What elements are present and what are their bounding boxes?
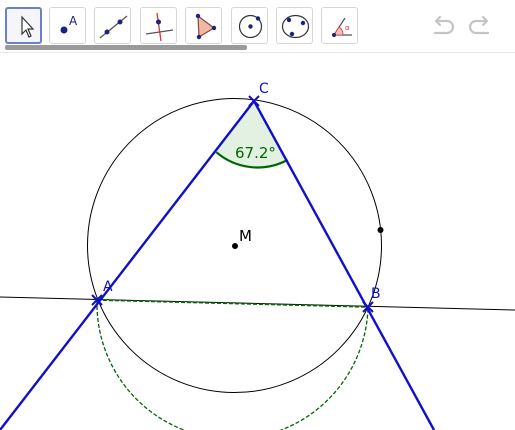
angle-value-label: 67.2° xyxy=(235,144,276,162)
toolbar-scrollbar[interactable] xyxy=(5,45,247,50)
arc-a-b[interactable] xyxy=(96,299,369,430)
angle-tool-letter: α xyxy=(345,24,350,32)
angle-icon: α xyxy=(332,17,352,37)
redo-button[interactable] xyxy=(465,12,495,42)
circle-through-points-tool-button[interactable] xyxy=(276,7,313,44)
label-a: A xyxy=(103,279,113,295)
line-c-a[interactable] xyxy=(0,100,255,430)
point-icon: A xyxy=(60,14,78,34)
line-tool-button[interactable] xyxy=(94,7,131,44)
point-on-circle[interactable] xyxy=(377,227,384,233)
perpendicular-line-tool-button[interactable] xyxy=(140,7,177,44)
label-m: M xyxy=(239,227,252,245)
graphics-view[interactable]: A B C M 67.2° xyxy=(0,53,515,430)
label-c: C xyxy=(259,81,269,97)
line-through-a-b[interactable] xyxy=(0,296,515,311)
line-c-b[interactable] xyxy=(252,100,436,430)
point-m-marker[interactable] xyxy=(232,243,238,249)
undo-button[interactable] xyxy=(428,12,458,42)
perpendicular-line-icon xyxy=(145,12,174,42)
label-b: B xyxy=(371,286,381,302)
circle-three-points-icon xyxy=(281,14,310,39)
move-tool-button[interactable] xyxy=(5,7,42,44)
angle-tool-button[interactable]: α xyxy=(321,7,358,44)
polygon-icon xyxy=(195,13,217,40)
circle-center-icon xyxy=(238,14,263,39)
cursor-arrow-icon xyxy=(21,15,35,38)
circle-center-point-tool-button[interactable] xyxy=(231,7,268,44)
point-tool-letter: A xyxy=(69,14,78,28)
segment-a-b[interactable] xyxy=(96,299,369,308)
redo-icon xyxy=(468,15,490,35)
line-icon xyxy=(99,15,128,39)
point-tool-button[interactable]: A xyxy=(49,7,86,44)
undo-icon xyxy=(433,15,455,35)
polygon-tool-button[interactable] xyxy=(185,7,222,44)
toolbar: A α xyxy=(0,0,515,52)
